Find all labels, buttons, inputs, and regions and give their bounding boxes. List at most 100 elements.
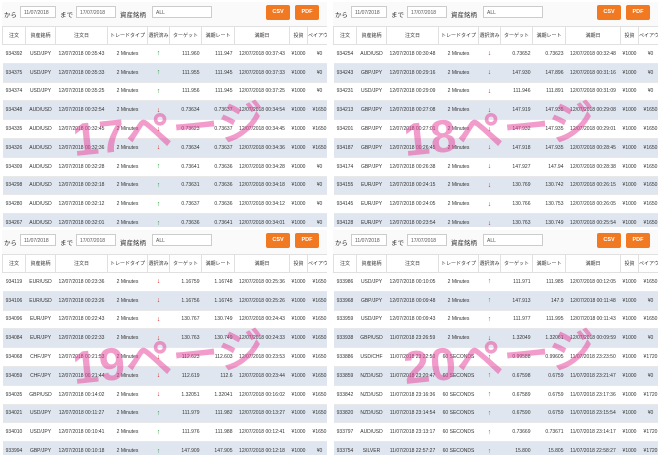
table-row: 934145 EUR/JPY 12/07/2018 00:24:05 2 Minute… xyxy=(333,194,658,215)
cell-investment: ¥1000 xyxy=(289,291,308,311)
cell-order-id: 933886 xyxy=(333,347,357,367)
cell-payout: ¥0 xyxy=(307,63,327,83)
date-from-input[interactable]: 11/07/2018 xyxy=(20,6,56,18)
cell-investment: ¥1000 xyxy=(620,272,639,292)
cell-asset: GBP/JPY xyxy=(356,138,387,158)
cell-target: 111.946 xyxy=(500,82,533,102)
column-header-expiry-date: 満期日 xyxy=(565,26,621,45)
cell-asset: AUD/USD xyxy=(25,157,56,177)
cell-order-date: 12/07/2018 00:27:01 xyxy=(386,119,439,139)
asset-label: 資産銘柄 xyxy=(451,240,477,247)
table-row: 933938 GBP/USD 11/07/2018 23:26:59 2 Minute… xyxy=(333,328,658,349)
table-row: 933754 SILVER 11/07/2018 22:57:27 60 SECOND… xyxy=(333,441,658,455)
cell-asset: GBP/JPY xyxy=(356,157,387,177)
asset-select[interactable]: ALL xyxy=(152,234,212,246)
cell-target: 130.766 xyxy=(500,194,533,215)
down-arrow-icon: ↓ xyxy=(147,310,170,330)
csv-button[interactable]: CSV xyxy=(597,5,621,20)
cell-investment: ¥1000 xyxy=(620,176,639,196)
column-header-trade-type: トレードタイプ xyxy=(107,26,148,45)
date-from-input[interactable]: 11/07/2018 xyxy=(351,6,387,18)
cell-payout: ¥1650 xyxy=(307,366,327,386)
pdf-button[interactable]: PDF xyxy=(626,5,650,20)
cell-expiry-rate: 147.935 xyxy=(532,100,566,121)
cell-asset: USD/JPY xyxy=(25,63,56,83)
to-label: まで xyxy=(60,240,73,247)
cell-investment: ¥1000 xyxy=(620,385,639,405)
cell-asset: CHF/JPY xyxy=(25,366,56,386)
cell-trade-type: 2 Minutes xyxy=(107,422,148,443)
cell-investment: ¥1000 xyxy=(620,138,639,158)
cell-target: 0.73623 xyxy=(169,119,202,139)
cell-order-date: 12/07/2018 00:32:54 xyxy=(55,100,108,121)
date-to-input[interactable]: 17/07/2018 xyxy=(76,234,116,246)
column-header-order-id: 注文 xyxy=(333,26,357,45)
down-arrow-icon: ↓ xyxy=(147,385,170,405)
date-from-input[interactable]: 11/07/2018 xyxy=(351,234,387,246)
cell-target: 0.73669 xyxy=(500,422,533,443)
column-header-order-date: 注文日 xyxy=(386,254,439,273)
cell-investment: ¥1000 xyxy=(620,213,639,227)
cell-expiry-rate: 111.995 xyxy=(532,310,566,330)
cell-investment: ¥1000 xyxy=(289,272,308,292)
cell-target: 111.979 xyxy=(169,404,202,424)
cell-trade-type: 2 Minutes xyxy=(107,385,148,405)
cell-expiry-date: 12/07/2018 00:34:45 xyxy=(234,119,290,139)
column-header-expiry-date: 満期日 xyxy=(234,254,290,273)
cell-expiry-date: 12/07/2018 00:28:38 xyxy=(565,157,621,177)
cell-trade-type: 2 Minutes xyxy=(107,100,148,121)
column-header-trade-type: トレードタイプ xyxy=(438,254,479,273)
up-arrow-icon: ↑ xyxy=(147,422,170,443)
up-arrow-icon: ↑ xyxy=(478,385,501,405)
cell-payout: ¥0 xyxy=(638,63,658,83)
column-header-direction: 選択済み xyxy=(147,26,170,45)
csv-button[interactable]: CSV xyxy=(266,5,290,20)
csv-button[interactable]: CSV xyxy=(597,233,621,248)
cell-investment: ¥1000 xyxy=(620,119,639,139)
date-to-input[interactable]: 17/07/2018 xyxy=(407,234,447,246)
cell-target: 130.763 xyxy=(169,328,202,349)
down-arrow-icon: ↓ xyxy=(147,347,170,367)
asset-select[interactable]: ALL xyxy=(152,6,212,18)
cell-expiry-rate: 1.32041 xyxy=(201,385,235,405)
cell-order-id: 934068 xyxy=(2,347,26,367)
cell-expiry-date: 12/07/2018 00:11:48 xyxy=(565,291,621,311)
cell-asset: GBP/JPY xyxy=(356,63,387,83)
csv-button[interactable]: CSV xyxy=(266,233,290,248)
column-header-direction: 選択済み xyxy=(478,26,501,45)
cell-order-id: 933842 xyxy=(333,385,357,405)
cell-investment: ¥1000 xyxy=(289,404,308,424)
cell-expiry-date: 12/07/2018 00:28:45 xyxy=(565,138,621,158)
cell-order-date: 12/07/2018 00:24:05 xyxy=(386,194,439,215)
cell-target: 111.956 xyxy=(169,82,202,102)
cell-expiry-date: 12/07/2018 00:24:43 xyxy=(234,310,290,330)
cell-asset: AUD/USD xyxy=(25,100,56,121)
cell-payout: ¥1650 xyxy=(638,176,658,196)
up-arrow-icon: ↑ xyxy=(478,366,501,386)
cell-trade-type: 2 Minutes xyxy=(438,63,479,83)
cell-order-id: 934059 xyxy=(2,366,26,386)
cell-payout: ¥1650 xyxy=(638,310,658,330)
cell-investment: ¥1000 xyxy=(289,194,308,215)
date-to-input[interactable]: 17/07/2018 xyxy=(407,6,447,18)
cell-expiry-rate: 147.935 xyxy=(532,119,566,139)
date-to-input[interactable]: 17/07/2018 xyxy=(76,6,116,18)
cell-asset: USD/JPY xyxy=(356,272,387,292)
asset-select[interactable]: ALL xyxy=(483,234,543,246)
cell-target: 147.932 xyxy=(500,119,533,139)
cell-order-date: 12/07/2018 00:32:18 xyxy=(55,176,108,196)
cell-trade-type: 60 SECONDS xyxy=(438,347,479,367)
date-from-input[interactable]: 11/07/2018 xyxy=(20,234,56,246)
pdf-button[interactable]: PDF xyxy=(626,233,650,248)
pdf-button[interactable]: PDF xyxy=(295,233,319,248)
cell-payout: ¥1650 xyxy=(638,157,658,177)
asset-select[interactable]: ALL xyxy=(483,6,543,18)
cell-expiry-rate: 130.753 xyxy=(532,194,566,215)
cell-expiry-rate: 111.982 xyxy=(201,404,235,424)
cell-payout: ¥0 xyxy=(307,213,327,227)
pdf-button[interactable]: PDF xyxy=(295,5,319,20)
cell-target: 0.73652 xyxy=(500,44,533,64)
cell-payout: ¥1650 xyxy=(638,194,658,215)
column-header-target: ターゲット xyxy=(169,254,202,273)
cell-payout: ¥1650 xyxy=(307,100,327,121)
